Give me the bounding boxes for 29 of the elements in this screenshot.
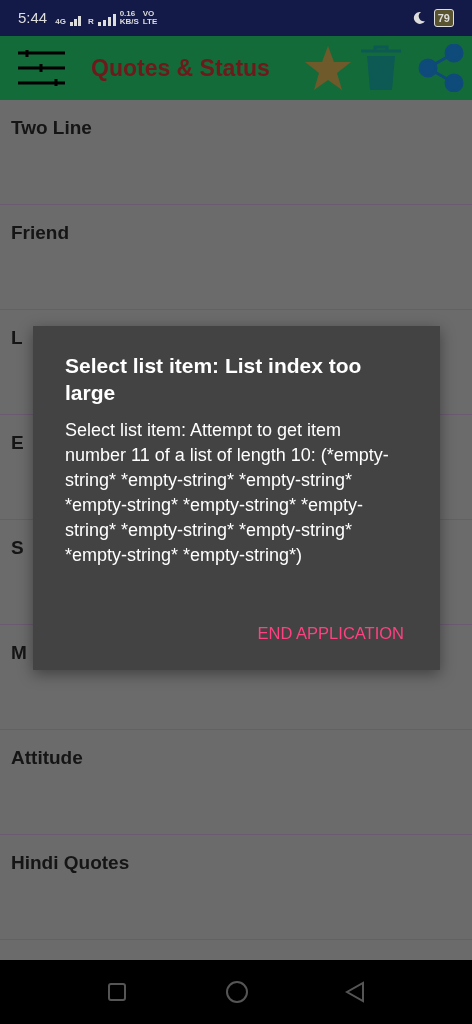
list-item[interactable]: E: [11, 429, 24, 458]
dialog-title: Select list item: List index too large: [65, 353, 363, 406]
dialog-message: Select list item: Attempt to get item number 11 of a list of length 10: (*empty-string* *empty-string* *empty-string* *empty-string* *empty-string* *empty-string* *empty-string* *empty-string* *empty-string* *empty-string*): [65, 419, 390, 567]
speed-unit: KB/S: [119, 18, 139, 26]
lte-label: LTE: [142, 18, 158, 26]
sliders-icon[interactable]: [18, 50, 65, 86]
signal-icon: [97, 14, 116, 26]
list-item[interactable]: L: [11, 324, 23, 353]
volte-label: VO: [142, 10, 156, 18]
list-item[interactable]: Friend: [11, 219, 70, 248]
star-icon[interactable]: [304, 45, 352, 91]
signal-icon: [69, 14, 84, 26]
recents-icon[interactable]: [107, 982, 127, 1002]
battery-icon: 79: [433, 8, 454, 28]
list-item[interactable]: Attitude: [11, 744, 83, 773]
list-item[interactable]: S: [11, 534, 24, 563]
list-item[interactable]: Hindi Quotes: [11, 849, 130, 878]
back-icon[interactable]: [345, 981, 365, 1003]
network-type: 4G: [55, 18, 66, 26]
moon-icon: [411, 11, 426, 25]
share-icon[interactable]: [418, 44, 464, 92]
list-item[interactable]: Two Line: [11, 114, 92, 143]
list-item[interactable]: M: [11, 639, 27, 668]
app-title: Quotes & Status: [91, 53, 271, 83]
roaming-indicator: R: [87, 18, 94, 26]
end-application-button[interactable]: END APPLICATION: [253, 617, 408, 650]
home-icon[interactable]: [225, 980, 249, 1004]
speed-value: 0.16: [119, 10, 137, 18]
status-time: 5:44: [18, 7, 48, 28]
